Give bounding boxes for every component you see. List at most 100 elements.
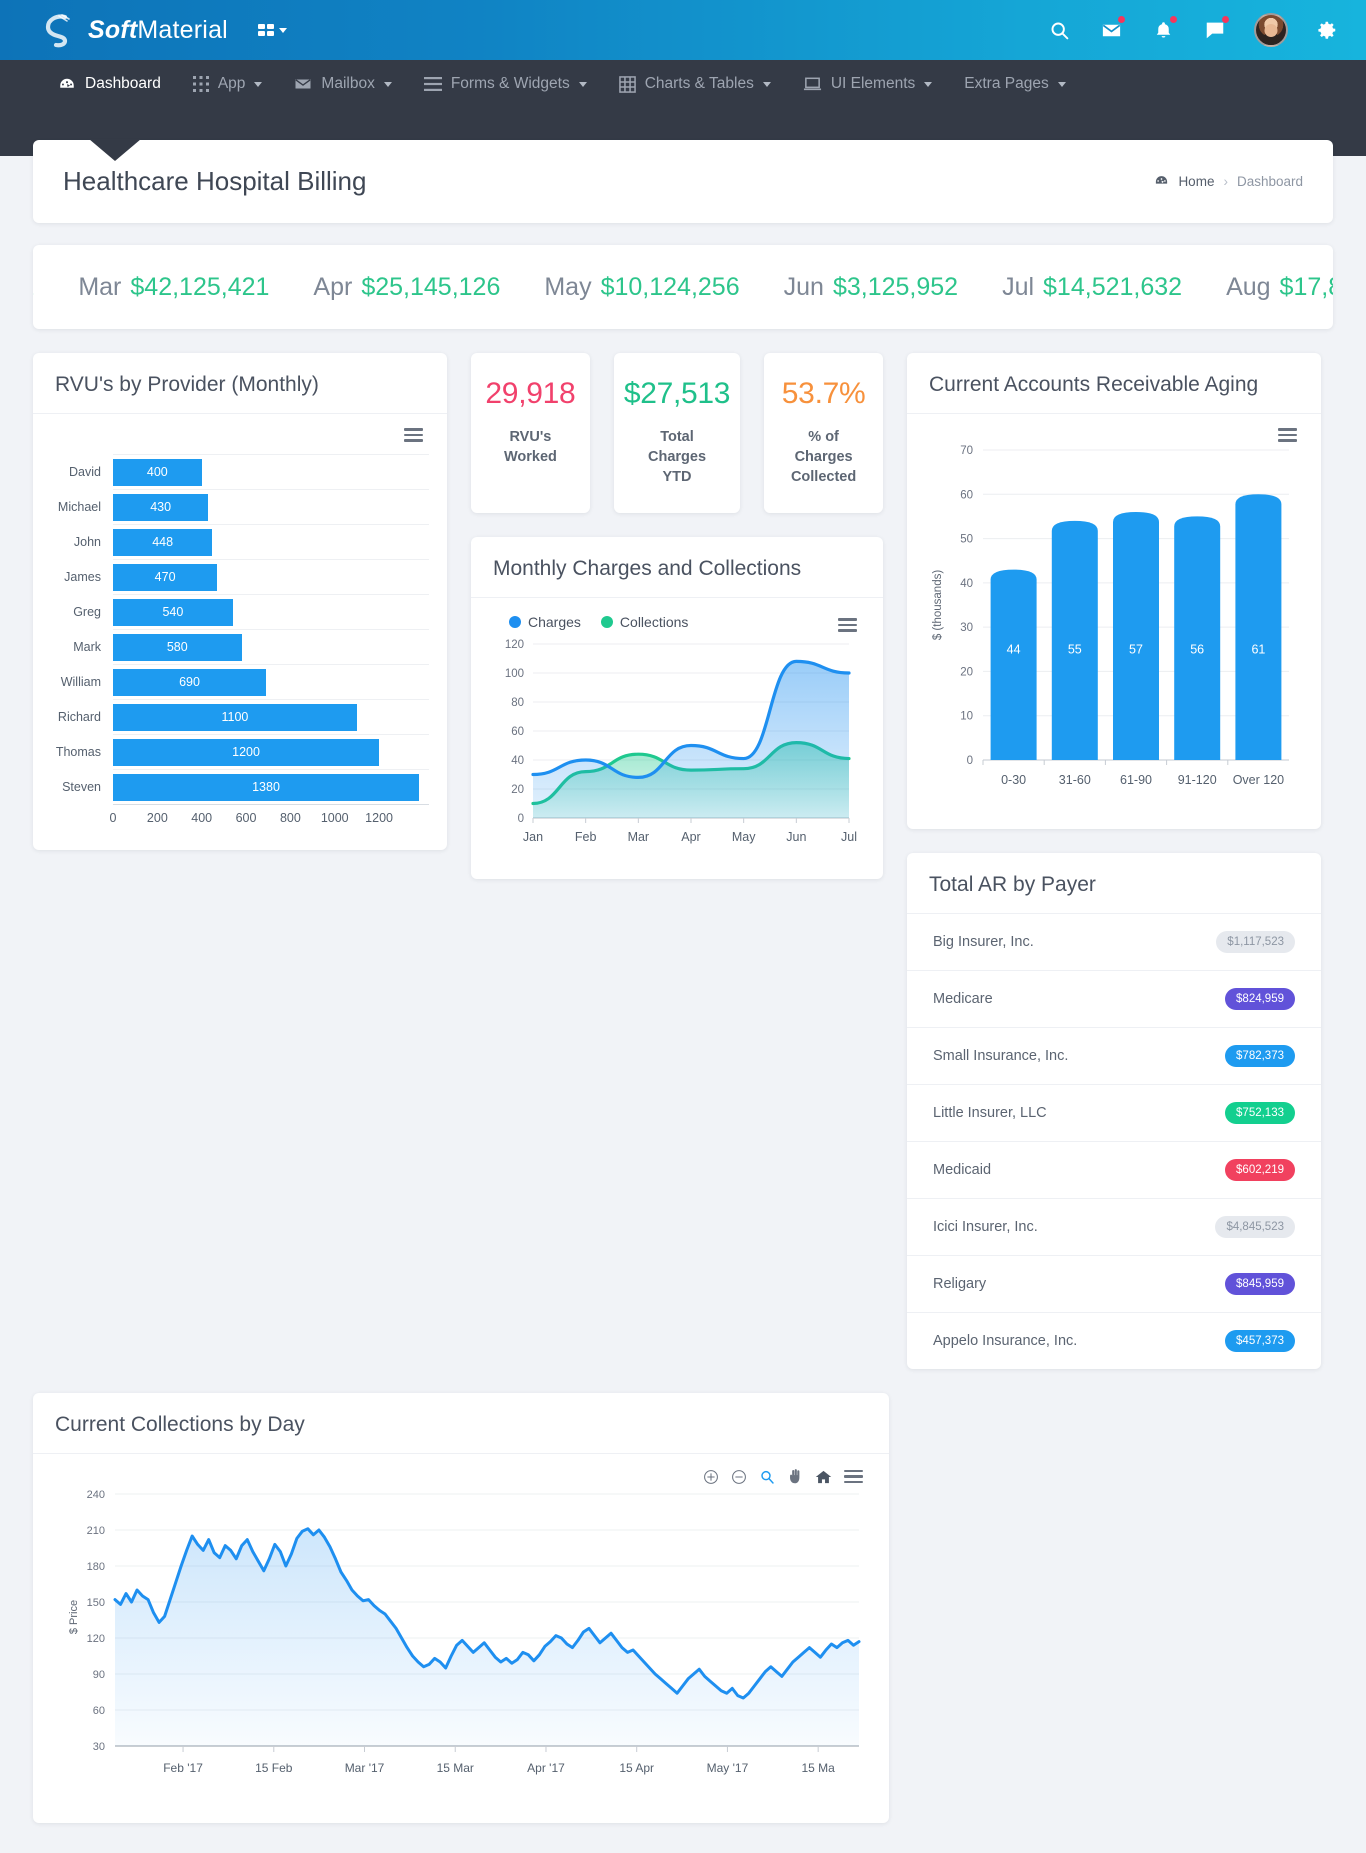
- legend-label: Charges: [528, 614, 581, 630]
- svg-text:20: 20: [960, 666, 973, 678]
- title-card-notch: [89, 139, 141, 161]
- nav-item-mailbox[interactable]: Mailbox: [278, 60, 407, 108]
- bar-category-label: Richard: [57, 709, 101, 724]
- kpi-value: $27,513: [623, 377, 731, 410]
- legend-item[interactable]: Charges: [509, 614, 581, 630]
- svg-text:0-30: 0-30: [1001, 773, 1026, 787]
- search-icon[interactable]: [1046, 17, 1072, 43]
- payer-amount-badge: $782,373: [1225, 1045, 1295, 1067]
- bar-track: 400: [113, 454, 429, 489]
- zoom-in-icon[interactable]: [703, 1469, 719, 1485]
- chart-menu-icon[interactable]: [404, 428, 423, 442]
- payer-row[interactable]: Small Insurance, Inc. $782,373: [907, 1028, 1321, 1085]
- ticker-item: Jun $3,125,952: [784, 273, 958, 302]
- svg-text:Mar '17: Mar '17: [345, 1761, 385, 1775]
- bar[interactable]: 540: [113, 598, 233, 626]
- svg-text:60: 60: [93, 1705, 105, 1717]
- bar[interactable]: 1380: [113, 773, 419, 801]
- bar-row: Mark 580: [45, 629, 429, 664]
- payer-card-title: Total AR by Payer: [929, 873, 1096, 896]
- svg-text:Feb '17: Feb '17: [163, 1761, 203, 1775]
- kpi-card: 53.7% % of Charges Collected: [764, 353, 883, 513]
- svg-text:91-120: 91-120: [1178, 773, 1217, 787]
- bar[interactable]: 690: [113, 668, 266, 696]
- bar[interactable]: 400: [113, 458, 202, 486]
- payer-name: Medicare: [933, 991, 993, 1007]
- ticker-item: Jul $14,521,632: [1002, 273, 1182, 302]
- nav-item-charts-tables[interactable]: Charts & Tables: [603, 60, 787, 108]
- reset-home-icon[interactable]: [815, 1469, 832, 1485]
- bar-track: 540: [113, 594, 429, 629]
- nav-label: Forms & Widgets: [450, 75, 570, 92]
- svg-text:50: 50: [960, 534, 973, 546]
- pan-icon[interactable]: [787, 1468, 803, 1485]
- payer-row[interactable]: Medicaid $602,219: [907, 1142, 1321, 1199]
- grid-apps-icon[interactable]: [257, 24, 287, 36]
- payer-name: Medicaid: [933, 1162, 992, 1178]
- payer-row[interactable]: Appelo Insurance, Inc. $457,373: [907, 1313, 1321, 1369]
- brand-logo[interactable]: SoftMaterial: [44, 13, 228, 48]
- list-lines-icon: [423, 77, 442, 91]
- svg-text:150: 150: [87, 1597, 105, 1609]
- svg-text:57: 57: [1129, 643, 1143, 657]
- zoom-out-icon[interactable]: [731, 1469, 747, 1485]
- svg-text:Jun: Jun: [786, 830, 806, 844]
- bar[interactable]: 430: [113, 493, 209, 521]
- nav-item-dashboard[interactable]: Dashboard: [44, 60, 177, 108]
- payer-row[interactable]: Little Insurer, LLC $752,133: [907, 1085, 1321, 1142]
- payer-name: Appelo Insurance, Inc.: [933, 1333, 1078, 1349]
- svg-text:Over 120: Over 120: [1233, 773, 1284, 787]
- chat-badge-dot: [1222, 16, 1229, 23]
- total-ar-by-payer-card: Total AR by Payer Big Insurer, Inc. $1,11…: [907, 853, 1321, 1369]
- bar-track: 470: [113, 559, 429, 594]
- grid-squares: [257, 24, 274, 36]
- ticker-item: Mar $42,125,421: [78, 273, 269, 302]
- bar-category-label: Mark: [73, 639, 101, 654]
- mcc-card-title: Monthly Charges and Collections: [493, 557, 802, 580]
- bar[interactable]: 448: [113, 528, 213, 556]
- dashboard-row-2: Current Collections by Day 30 60 90 120 …: [33, 1393, 1333, 1823]
- bar-row: James 470: [45, 559, 429, 594]
- payer-row[interactable]: Icici Insurer, Inc. $4,845,523: [907, 1199, 1321, 1256]
- svg-text:44: 44: [1007, 643, 1021, 657]
- ticker-item: Aug $17,856,845: [1226, 273, 1333, 302]
- bar[interactable]: 1200: [113, 738, 380, 766]
- payer-row[interactable]: Medicare $824,959: [907, 971, 1321, 1028]
- payer-amount-badge: $4,845,523: [1215, 1216, 1295, 1238]
- payer-card-header: Total AR by Payer: [907, 853, 1321, 914]
- bar[interactable]: 580: [113, 633, 242, 661]
- nav-item-ui-elements[interactable]: UI Elements: [787, 60, 948, 108]
- bar-track: 580: [113, 629, 429, 664]
- ticker-month: May: [544, 272, 592, 301]
- top-bar-actions: [1046, 13, 1340, 47]
- gear-icon[interactable]: [1314, 17, 1340, 43]
- chart-menu-icon[interactable]: [844, 1469, 863, 1484]
- chat-icon[interactable]: [1202, 16, 1229, 43]
- bar[interactable]: 470: [113, 563, 218, 591]
- nav-item-forms-widgets[interactable]: Forms & Widgets: [408, 60, 603, 108]
- svg-text:60: 60: [960, 489, 973, 501]
- legend-item[interactable]: Collections: [600, 614, 688, 630]
- svg-text:30: 30: [93, 1741, 105, 1753]
- chevron-down-icon: [762, 81, 771, 87]
- avatar[interactable]: [1254, 13, 1288, 47]
- chart-menu-icon[interactable]: [838, 618, 857, 632]
- breadcrumb-home[interactable]: Home: [1178, 174, 1214, 189]
- bar-row: Michael 430: [45, 489, 429, 524]
- bar[interactable]: 1100: [113, 703, 357, 731]
- bell-icon[interactable]: [1150, 16, 1177, 43]
- mcc-plot-area: 0 20 40 60 80 100 120 Jan Feb Mar Apr May Jun Jul: [489, 630, 865, 865]
- chart-menu-icon[interactable]: [1278, 428, 1297, 442]
- monthly-charges-card: Monthly Charges and Collections Charges C…: [471, 537, 883, 879]
- bar-row: Thomas 1200: [45, 734, 429, 769]
- nav-item-extra-pages[interactable]: Extra Pages: [948, 60, 1081, 108]
- ar-card-header: Current Accounts Receivable Aging: [907, 353, 1321, 414]
- ar-aging-svg: 0 10 20 30 40 50 60 70 $ (thousands) 44 0-30 55 31-6…: [932, 445, 1289, 787]
- selection-zoom-icon[interactable]: [759, 1469, 775, 1485]
- payer-row[interactable]: Religary $845,959: [907, 1256, 1321, 1313]
- mail-icon[interactable]: [1098, 16, 1125, 43]
- axis-tick-label: 600: [235, 811, 257, 825]
- payer-row[interactable]: Big Insurer, Inc. $1,117,523: [907, 914, 1321, 971]
- nav-item-app[interactable]: App: [177, 60, 279, 108]
- axis-tick-label: 200: [146, 811, 168, 825]
